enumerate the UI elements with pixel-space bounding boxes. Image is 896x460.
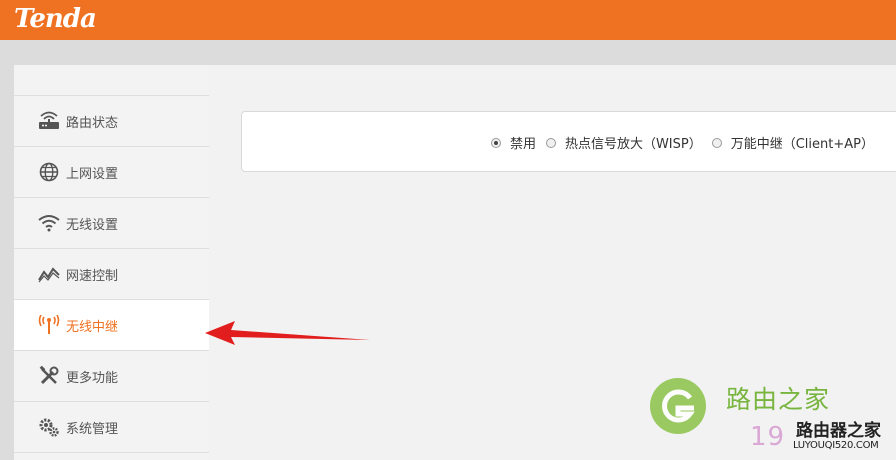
sidebar-item-label: 上网设置 — [66, 166, 119, 182]
speed-chart-icon — [38, 263, 60, 285]
radio-button-wisp[interactable] — [545, 137, 556, 148]
sidebar-item-speed-control[interactable]: 网速控制 — [14, 249, 209, 300]
repeater-mode-radio-group: 禁用 热点信号放大（WISP） 万能中继（Client+AP） — [490, 133, 874, 152]
radio-label-client-ap: 万能中继（Client+AP） — [730, 137, 874, 152]
globe-icon — [38, 161, 60, 183]
watermark-url: LUYOUQI520.COM — [793, 440, 879, 451]
sidebar-item-wireless-repeater[interactable]: 无线中继 — [14, 300, 209, 351]
gears-icon — [38, 416, 60, 438]
repeater-mode-panel: 禁用 热点信号放大（WISP） 万能中继（Client+AP） — [241, 111, 896, 172]
radio-button-client-ap[interactable] — [711, 137, 722, 148]
sidebar-item-label: 无线中继 — [66, 319, 119, 335]
wifi-icon — [38, 212, 60, 234]
sidebar-item-system-management[interactable]: 系统管理 — [14, 402, 209, 453]
sidebar-item-internet-settings[interactable]: 上网设置 — [14, 147, 209, 198]
top-header-bar: Tenda — [0, 0, 896, 40]
sidebar-item-router-status[interactable]: 路由状态 — [14, 96, 209, 147]
radio-label-disabled: 禁用 — [509, 137, 536, 152]
tools-icon — [38, 365, 60, 387]
watermark-logo-icon — [650, 378, 706, 434]
sidebar-item-label: 更多功能 — [66, 370, 119, 386]
watermark-subtitle: 路由器之家 — [796, 421, 881, 441]
radio-button-disabled[interactable] — [490, 137, 501, 148]
watermark-number: 19 — [750, 422, 786, 452]
radio-option-wisp[interactable]: 热点信号放大（WISP） — [545, 133, 712, 152]
sidebar-top-spacer — [14, 65, 209, 96]
radio-option-client-ap[interactable]: 万能中继（Client+AP） — [711, 133, 874, 152]
tenda-logo[interactable]: Tenda — [14, 4, 97, 34]
sidebar-item-label: 系统管理 — [66, 421, 119, 437]
sidebar-item-label: 路由状态 — [66, 115, 119, 131]
sidebar-item-more-features[interactable]: 更多功能 — [14, 351, 209, 402]
red-arrow-annotation — [205, 321, 370, 345]
radio-option-disabled[interactable]: 禁用 — [490, 133, 546, 152]
sidebar-item-wireless-settings[interactable]: 无线设置 — [14, 198, 209, 249]
sidebar-nav: 路由状态 上网设置 无线设置 网速控制 无线中继 更多功能 系统管理 — [14, 65, 209, 460]
watermark: 路由之家 19 路由器之家 LUYOUQI520.COM — [650, 378, 896, 460]
sidebar-item-label: 网速控制 — [66, 268, 119, 284]
radio-label-wisp: 热点信号放大（WISP） — [564, 137, 702, 152]
antenna-icon — [38, 314, 60, 336]
router-icon — [38, 110, 60, 132]
watermark-title: 路由之家 — [726, 385, 831, 414]
sidebar-item-label: 无线设置 — [66, 217, 119, 233]
